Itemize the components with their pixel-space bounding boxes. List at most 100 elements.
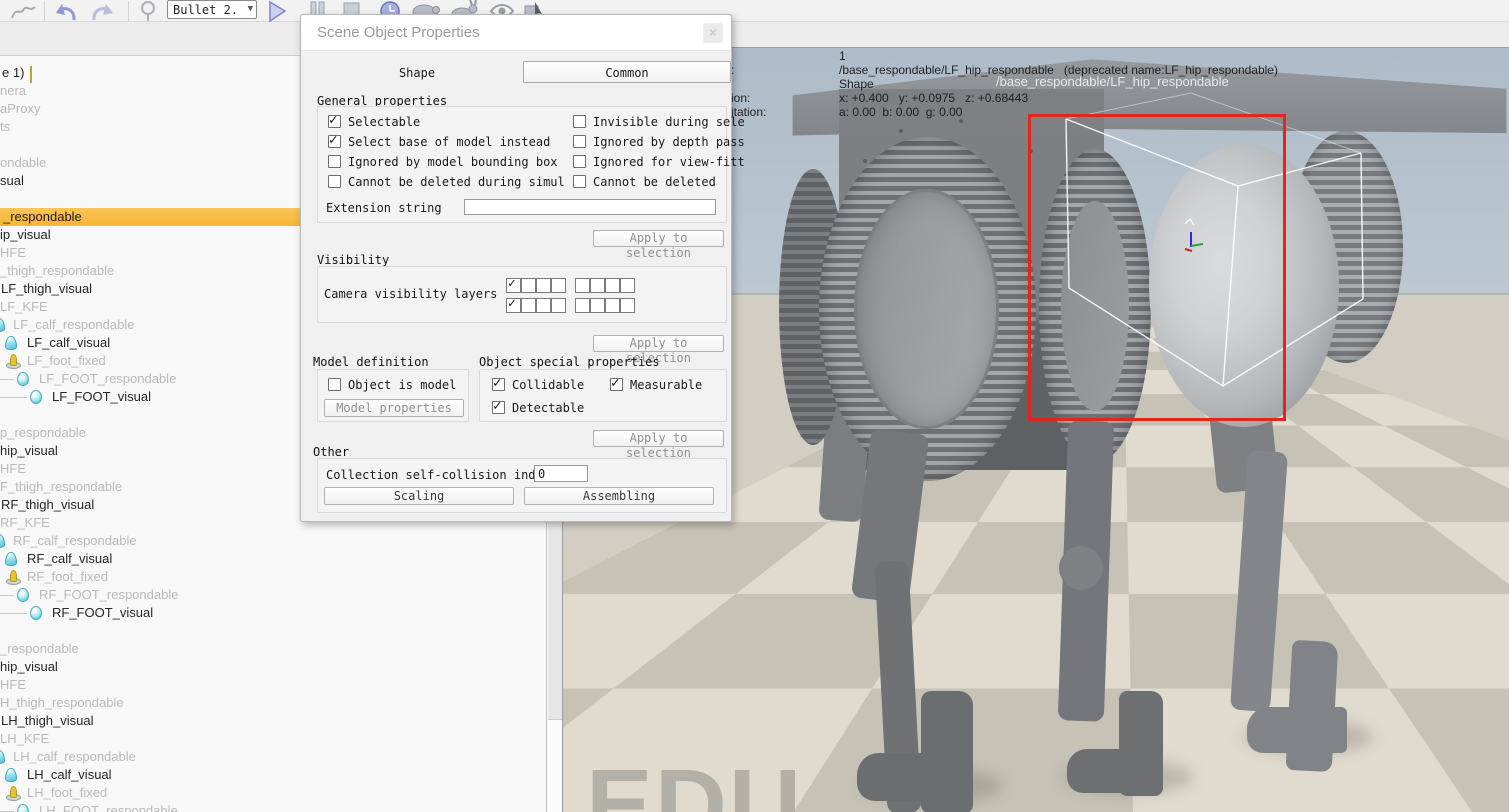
checkbox-label: Invisible during sele — [593, 115, 745, 129]
tree-item-label: aProxy — [0, 101, 41, 116]
shape-cone-icon — [5, 552, 17, 566]
tree-row[interactable]: H_thigh_respondable — [0, 694, 546, 712]
model-definition-group: Model properties Object is model — [317, 369, 469, 422]
snap-tool-icon[interactable] — [136, 0, 160, 22]
undo-icon[interactable] — [52, 0, 80, 22]
engine-value: Bullet 2. — [173, 2, 239, 17]
check-mark: ✓ — [508, 276, 516, 291]
tree-item-label: HFE — [0, 461, 26, 476]
dialog-titlebar[interactable]: Scene Object Properties × — [301, 15, 731, 51]
tree-row[interactable]: RF_FOOT_visual — [0, 604, 546, 622]
tree-row[interactable]: LH_calf_respondable — [0, 748, 546, 766]
checkbox[interactable] — [328, 155, 341, 168]
checkbox[interactable] — [590, 278, 605, 293]
extension-string-input[interactable] — [464, 199, 716, 215]
info-position: x: +0.400 y: +0.0975 z: +0.68443 — [839, 91, 1029, 105]
force-sensor-icon — [6, 570, 21, 585]
tree-item-label: RF_FOOT_respondable — [39, 587, 179, 602]
shape-sphere-icon — [30, 390, 42, 404]
checkbox[interactable] — [328, 378, 341, 391]
tree-row[interactable]: LH_thigh_visual — [0, 712, 546, 730]
checkbox[interactable] — [536, 278, 551, 293]
shape-cone-icon — [0, 750, 5, 764]
scaling-button[interactable]: Scaling — [324, 487, 514, 505]
checkbox[interactable] — [575, 278, 590, 293]
main-toolbar: Bullet 2. ▼ RT — [0, 0, 1509, 22]
tab-shape[interactable]: Shape — [317, 62, 517, 84]
tree-row[interactable]: LH_KFE — [0, 730, 546, 748]
tree-row[interactable]: RF_foot_fixed — [0, 568, 546, 586]
tree-item-label: HFE — [0, 245, 26, 260]
tree-row[interactable]: HFE — [0, 676, 546, 694]
info-name: /base_respondable/LF_hip_respondable (de… — [839, 63, 1278, 77]
checkbox-label: Cannot be deleted — [593, 175, 716, 189]
checkbox[interactable]: ✓ — [506, 296, 521, 313]
tree-row[interactable]: LH_foot_fixed — [0, 784, 546, 802]
object-special-properties-group: ✓ Collidable ✓ Measurable ✓ Detectable — [479, 369, 727, 422]
tab-common[interactable]: Common — [523, 61, 731, 83]
checkbox[interactable] — [620, 278, 635, 293]
checkbox[interactable] — [573, 115, 586, 128]
tree-guide-line — [0, 397, 27, 398]
chevron-down-icon: ▼ — [247, 4, 253, 14]
tree-item-label: LF_foot_fixed — [27, 353, 106, 368]
tree-item-label: LF_KFE — [0, 299, 48, 314]
toolbar-separator — [128, 1, 129, 21]
checkbox[interactable]: ✓ — [328, 112, 341, 128]
checkbox-label: Select base of model instead — [348, 135, 551, 149]
tree-item-label: LH_FOOT_respondable — [39, 803, 178, 812]
tree-row[interactable]: LH_FOOT_respondable — [0, 802, 546, 812]
tree-row[interactable]: LH_calf_visual — [0, 766, 546, 784]
checkbox[interactable] — [573, 155, 586, 168]
checkbox[interactable] — [328, 175, 341, 188]
check-mark: ✓ — [329, 112, 338, 128]
tree-row[interactable]: RF_calf_respondable — [0, 532, 546, 550]
apply-to-selection-button[interactable]: Apply to selection — [593, 430, 724, 460]
checkbox[interactable] — [605, 278, 620, 293]
redo-icon[interactable] — [88, 0, 118, 22]
checkbox[interactable] — [536, 298, 551, 313]
apply-to-selection-button[interactable]: Apply to selection — [593, 335, 724, 365]
checkbox[interactable] — [575, 298, 590, 313]
tree-guide-line — [0, 379, 14, 380]
shape-sphere-icon — [17, 588, 29, 602]
checkbox[interactable] — [573, 175, 586, 188]
assembling-button[interactable]: Assembling — [524, 487, 714, 505]
checkbox[interactable] — [521, 278, 536, 293]
tree-row[interactable] — [0, 622, 546, 640]
shape-sphere-icon — [17, 804, 29, 812]
extension-string-label: Extension string — [326, 201, 442, 215]
close-icon[interactable]: × — [703, 23, 723, 43]
shape-cone-icon — [0, 318, 5, 332]
freehand-draw-icon[interactable] — [8, 0, 38, 22]
checkbox[interactable] — [521, 298, 536, 313]
checkbox[interactable]: ✓ — [506, 276, 521, 293]
dialog-title: Scene Object Properties — [317, 24, 480, 41]
tree-row[interactable]: RF_FOOT_respondable — [0, 586, 546, 604]
collision-indicator-input[interactable] — [534, 465, 588, 482]
checkbox[interactable] — [605, 298, 620, 313]
tree-item-label: RF_calf_respondable — [13, 533, 137, 548]
checkbox[interactable] — [551, 278, 566, 293]
checkbox[interactable]: ✓ — [492, 398, 505, 414]
tree-row[interactable]: _respondable — [0, 640, 546, 658]
shape-cone-icon — [0, 534, 5, 548]
scene-note-icon — [30, 66, 32, 83]
collection-self-collision-label: Collection self-collision ind — [326, 468, 536, 482]
checkbox[interactable]: ✓ — [328, 132, 341, 148]
apply-to-selection-button[interactable]: Apply to selection — [593, 230, 724, 260]
checkbox[interactable] — [590, 298, 605, 313]
checkbox[interactable]: ✓ — [610, 375, 623, 391]
tree-item-label: _respondable — [0, 641, 79, 656]
physics-engine-dropdown[interactable]: Bullet 2. ▼ — [167, 0, 257, 19]
checkbox[interactable] — [573, 135, 586, 148]
tree-item-label: LF_FOOT_respondable — [39, 371, 177, 386]
checkbox[interactable] — [551, 298, 566, 313]
tree-row[interactable]: RF_calf_visual — [0, 550, 546, 568]
play-icon[interactable] — [266, 0, 288, 22]
model-properties-button[interactable]: Model properties — [324, 399, 464, 417]
checkbox[interactable] — [620, 298, 635, 313]
tree-row[interactable]: hip_visual — [0, 658, 546, 676]
tree-item-label: ip_visual — [0, 227, 51, 242]
checkbox[interactable]: ✓ — [492, 375, 505, 391]
